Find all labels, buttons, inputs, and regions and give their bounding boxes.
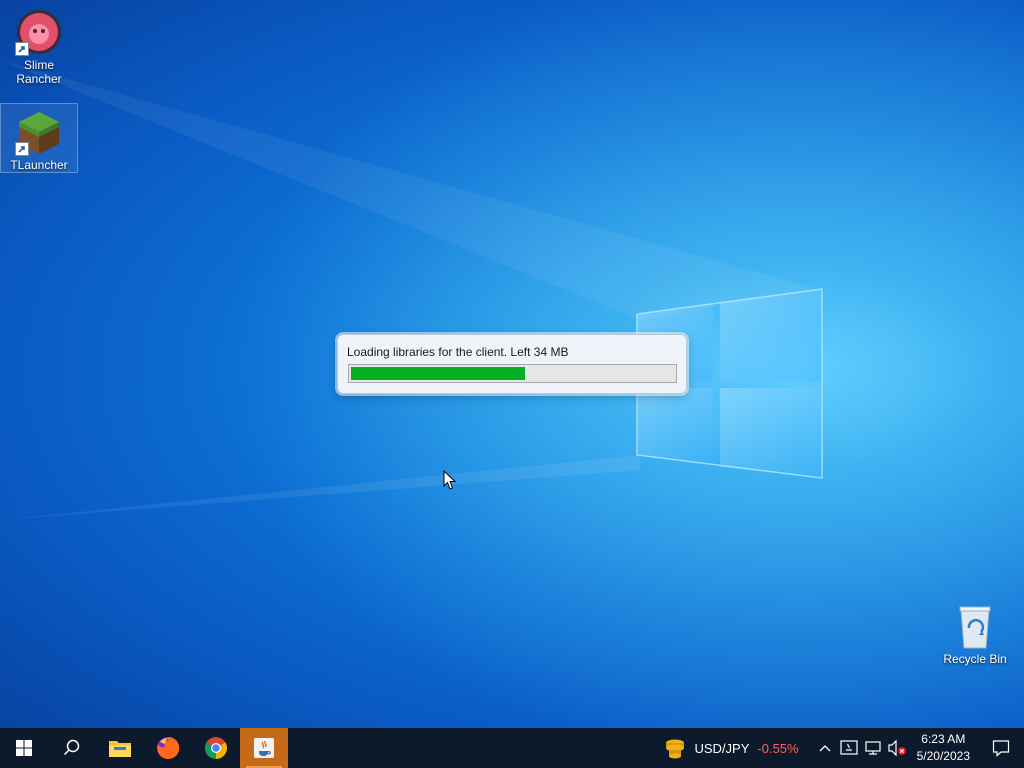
search-button[interactable] <box>48 728 96 768</box>
clock-time: 6:23 AM <box>921 732 966 746</box>
recycle-bin-icon <box>951 602 999 650</box>
volume-tray-button[interactable] <box>885 728 909 768</box>
desktop-icon-label: Slime Rancher <box>16 58 62 86</box>
chevron-up-icon <box>819 745 831 752</box>
search-icon <box>63 739 80 756</box>
shortcut-arrow-icon <box>15 42 29 56</box>
currency-change: -0.55% <box>757 740 799 756</box>
java-icon <box>254 738 274 758</box>
chrome-icon <box>205 737 227 759</box>
firefox-button[interactable] <box>144 728 192 768</box>
clock-date: 5/20/2023 <box>916 749 970 763</box>
desktop-icon-label: TLauncher <box>10 158 68 172</box>
chrome-button[interactable] <box>192 728 240 768</box>
exchange-coins-icon <box>665 739 684 759</box>
currency-widget[interactable]: USD/JPY -0.55% <box>663 736 799 760</box>
firefox-icon <box>157 736 180 759</box>
minecraft-grass-block-icon <box>15 108 63 156</box>
progress-bar-fill <box>351 367 526 380</box>
network-tray-button[interactable] <box>861 728 885 768</box>
taskbar: USD/JPY -0.55% 6:23 AM 5/20/2023 <box>0 728 1024 768</box>
currency-pair: USD/JPY <box>694 740 750 756</box>
network-icon <box>865 741 881 755</box>
loading-progress-dialog: Loading libraries for the client. Left 3… <box>337 334 687 394</box>
folder-icon <box>109 741 131 757</box>
java-update-tray-button[interactable] <box>837 728 861 768</box>
slime-rancher-icon <box>15 8 63 56</box>
file-explorer-button[interactable] <box>96 728 144 768</box>
loading-message: Loading libraries for the client. Left 3… <box>347 345 569 359</box>
shortcut-arrow-icon <box>15 142 29 156</box>
volume-muted-icon <box>888 739 906 757</box>
action-center-button[interactable] <box>978 728 1024 768</box>
recycle-bin[interactable]: Recycle Bin <box>937 598 1013 666</box>
desktop-icon-label: Recycle Bin <box>943 652 1007 666</box>
start-button[interactable] <box>0 728 48 768</box>
tlauncher-shortcut[interactable]: TLauncher <box>0 103 78 173</box>
notification-icon <box>992 740 1010 757</box>
progress-bar <box>348 364 677 383</box>
taskbar-clock[interactable]: 6:23 AM 5/20/2023 <box>909 731 978 765</box>
windows-logo-icon <box>16 740 32 756</box>
show-hidden-icons-button[interactable] <box>813 728 837 768</box>
java-update-icon <box>840 740 858 755</box>
system-tray: USD/JPY -0.55% 6:23 AM 5/20/2023 <box>663 728 1024 768</box>
java-app-button[interactable] <box>240 728 288 768</box>
mouse-cursor-icon <box>443 470 457 490</box>
slime-rancher-shortcut[interactable]: Slime Rancher <box>1 4 77 86</box>
